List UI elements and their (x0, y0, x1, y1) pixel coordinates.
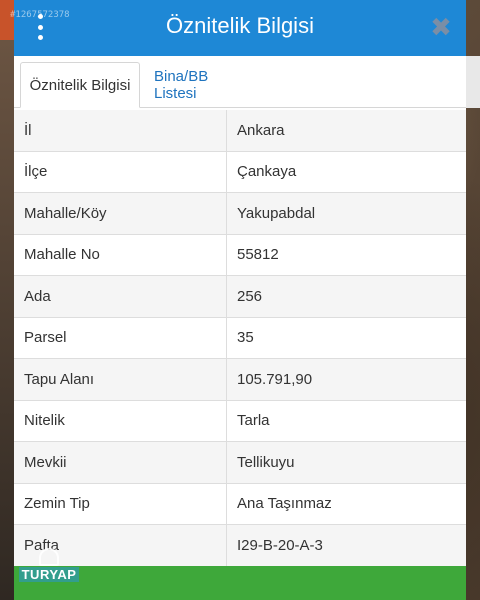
dialog-header: Öznitelik Bilgisi ✖ (14, 0, 466, 56)
row-key: Mevkii (14, 442, 227, 483)
table-row: Tapu Alanı 105.791,90 (14, 359, 466, 401)
watermark-id: #1267572378 (10, 10, 70, 20)
row-key: Zemin Tip (14, 483, 227, 524)
row-value: I29-B-20-A-3 (237, 536, 323, 554)
table-row: Mevkii Tellikuyu (14, 442, 466, 484)
row-key: Parsel (14, 317, 227, 358)
attribute-dialog: Öznitelik Bilgisi ✖ Öznitelik Bilgisi Bi… (14, 0, 466, 600)
row-value: Yakupabdal (237, 204, 316, 222)
row-key: İlçe (14, 151, 227, 192)
tab-bar: Öznitelik Bilgisi Bina/BB Listesi (14, 56, 466, 108)
table-row: Zemin Tip Ana Taşınmaz (14, 483, 466, 525)
row-key: Mahalle No (14, 234, 227, 275)
row-value: Ankara (237, 121, 285, 139)
row-value: 55812 (237, 246, 279, 264)
logo-text: TURYAP (18, 567, 80, 582)
attribute-table: İl Ankara İlçe Çankaya Mahalle/Köy Yakup… (14, 110, 466, 567)
house-icon (39, 548, 59, 566)
row-key: Ada (14, 276, 227, 317)
row-key: Tapu Alanı (14, 359, 227, 400)
tab-building-list[interactable]: Bina/BB Listesi (154, 62, 254, 108)
table-row: Ada 256 (14, 276, 466, 318)
map-right-edge (466, 56, 480, 108)
table-row: Parsel 35 (14, 317, 466, 359)
turyap-logo: TURYAP (14, 548, 84, 586)
table-row: Nitelik Tarla (14, 400, 466, 442)
row-value: Tellikuyu (237, 453, 295, 471)
row-key: Nitelik (14, 400, 227, 441)
table-row: İl Ankara (14, 110, 466, 152)
row-key: İl (14, 110, 227, 151)
table-row: İlçe Çankaya (14, 151, 466, 193)
table-row: Mahalle/Köy Yakupabdal (14, 193, 466, 235)
row-value: 256 (237, 287, 263, 305)
row-value: 35 (237, 329, 254, 347)
tab-attribute-info[interactable]: Öznitelik Bilgisi (20, 62, 140, 108)
row-value: Tarla (237, 412, 270, 430)
table-row: Mahalle No 55812 (14, 234, 466, 276)
row-value: Ana Taşınmaz (237, 495, 332, 513)
close-icon[interactable]: ✖ (428, 14, 454, 40)
row-key: Mahalle/Köy (14, 193, 227, 234)
dialog-title: Öznitelik Bilgisi (166, 13, 314, 38)
row-value: 105.791,90 (237, 370, 313, 388)
map-left-edge (0, 0, 14, 600)
row-value: Çankaya (237, 163, 297, 181)
